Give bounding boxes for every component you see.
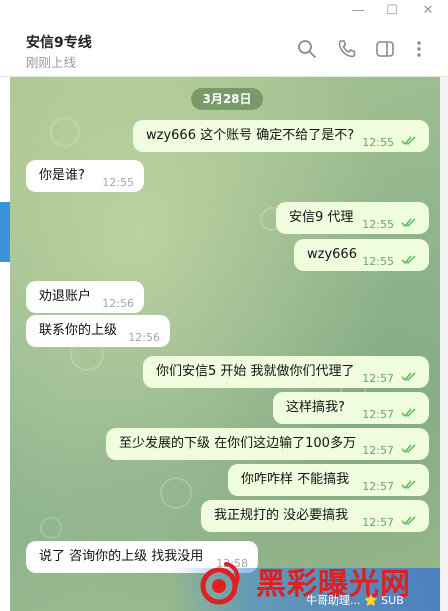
read-receipt-icon xyxy=(401,136,416,146)
incoming-message-bubble[interactable]: 劝退账户 12:56 xyxy=(26,281,144,313)
message-text: 劝退账户 xyxy=(39,289,92,304)
message-time: 12:55 xyxy=(102,176,134,189)
outgoing-message-bubble[interactable]: 你咋咋样 不能搞我 12:57 xyxy=(228,464,429,496)
message-text: 至少发展的下级 在你们这边输了100多万 xyxy=(119,436,356,451)
doodle-pattern xyxy=(40,517,62,539)
maximize-button[interactable]: ☐ xyxy=(374,0,410,22)
message-text: 这样搞我? xyxy=(286,400,345,415)
read-receipt-icon xyxy=(401,516,416,526)
read-receipt-icon xyxy=(401,255,416,265)
message-text: wzy666 xyxy=(307,247,357,262)
outgoing-message-bubble[interactable]: wzy666 12:55 xyxy=(294,239,429,271)
watermark-logo-icon xyxy=(200,562,240,605)
message-time: 12:57 xyxy=(362,516,394,529)
outgoing-message-bubble[interactable]: 至少发展的下级 在你们这边输了100多万 12:57 xyxy=(106,428,429,460)
left-panel-accent xyxy=(0,202,10,262)
message-time: 12:56 xyxy=(102,297,134,310)
chat-header: 安信9专线 刚刚上线 xyxy=(0,22,448,77)
read-receipt-icon xyxy=(401,408,416,418)
message-text: 你咋咋样 不能搞我 xyxy=(241,472,350,487)
chat-title[interactable]: 安信9专线 xyxy=(26,32,92,52)
incoming-message-bubble[interactable]: 联系你的上级 12:56 xyxy=(26,315,170,347)
message-text: 你们安信5 开始 我就做你们代理了 xyxy=(156,364,355,379)
read-receipt-icon xyxy=(401,218,416,228)
minimize-button[interactable]: — xyxy=(340,0,376,22)
read-receipt-icon xyxy=(401,444,416,454)
message-text: 联系你的上级 xyxy=(39,323,118,338)
watermark-subtext: 牛哥助理... ⭐ SUB xyxy=(306,594,404,607)
message-text: 安信9 代理 xyxy=(289,210,354,225)
message-time: 12:55 xyxy=(362,136,394,149)
outgoing-message-bubble[interactable]: 安信9 代理 12:55 xyxy=(276,202,429,234)
search-icon[interactable] xyxy=(296,38,318,60)
more-options-icon[interactable] xyxy=(408,38,430,60)
message-text: 你是谁? xyxy=(39,168,85,183)
incoming-message-bubble[interactable]: 你是谁? 12:55 xyxy=(26,160,144,192)
doodle-pattern xyxy=(160,477,192,509)
message-time: 12:57 xyxy=(362,444,394,457)
scrollbar[interactable] xyxy=(440,77,448,611)
window-titlebar: — ☐ ✕ xyxy=(0,0,448,22)
chat-status: 刚刚上线 xyxy=(26,55,77,70)
read-receipt-icon xyxy=(401,372,416,382)
message-time: 12:55 xyxy=(362,218,394,231)
read-receipt-icon xyxy=(401,480,416,490)
outgoing-message-bubble[interactable]: 这样搞我? 12:57 xyxy=(273,392,429,424)
message-text: 我正规打的 没必要搞我 xyxy=(214,508,349,523)
close-button[interactable]: ✕ xyxy=(410,0,446,22)
date-separator: 3月28日 xyxy=(191,88,263,110)
sidebar-toggle-icon[interactable] xyxy=(374,38,396,60)
message-time: 12:56 xyxy=(128,331,160,344)
message-time: 12:57 xyxy=(362,408,394,421)
outgoing-message-bubble[interactable]: 我正规打的 没必要搞我 12:57 xyxy=(201,500,429,532)
message-time: 12:57 xyxy=(362,480,394,493)
message-text: 说了 咨询你的上级 找我没用 xyxy=(39,549,204,564)
message-text: wzy666 这个账号 确定不给了是不? xyxy=(146,128,355,143)
phone-icon[interactable] xyxy=(336,38,358,60)
doodle-pattern xyxy=(50,117,80,147)
message-time: 12:57 xyxy=(362,372,394,385)
message-time: 12:55 xyxy=(362,255,394,268)
outgoing-message-bubble[interactable]: 你们安信5 开始 我就做你们代理了 12:57 xyxy=(143,356,429,388)
outgoing-message-bubble[interactable]: wzy666 这个账号 确定不给了是不? 12:55 xyxy=(133,120,429,152)
